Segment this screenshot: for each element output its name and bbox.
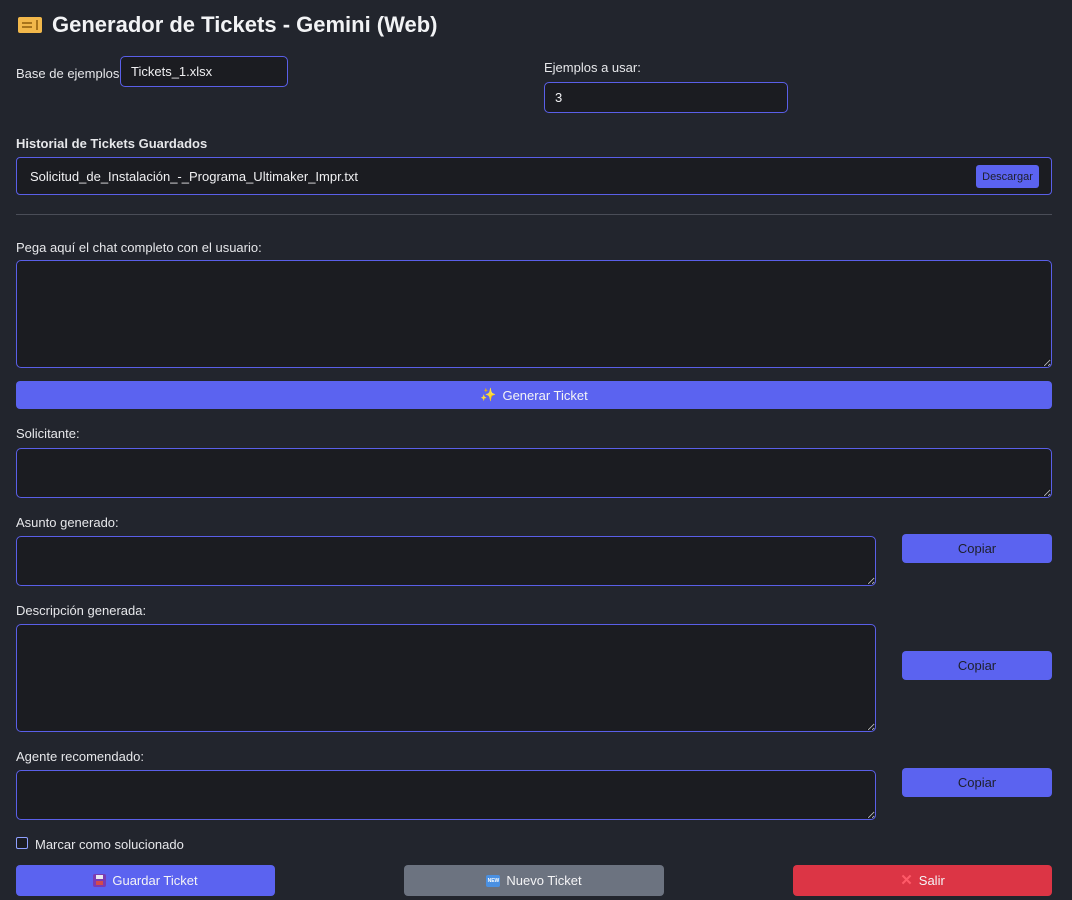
app-title: Generador de Tickets - Gemini (Web) bbox=[18, 10, 438, 40]
history-list-item: Solicitud_de_Instalación_-_Programa_Ulti… bbox=[16, 157, 1052, 195]
copy-agent-button[interactable]: Copiar bbox=[902, 768, 1052, 797]
page-title-text: Generador de Tickets - Gemini (Web) bbox=[52, 12, 438, 37]
examples-count-label: Ejemplos a usar: bbox=[544, 60, 641, 75]
history-file-name: Solicitud_de_Instalación_-_Programa_Ulti… bbox=[30, 169, 359, 184]
exit-label: Salir bbox=[918, 873, 945, 888]
requester-label: Solicitante: bbox=[16, 426, 80, 441]
exit-button[interactable]: ✕ Salir bbox=[793, 865, 1052, 896]
requester-field[interactable] bbox=[16, 448, 1052, 498]
sparkles-icon: ✨ bbox=[480, 387, 497, 402]
new-ticket-label: Nuevo Ticket bbox=[506, 873, 582, 888]
copy-subject-button[interactable]: Copiar bbox=[902, 534, 1052, 563]
save-ticket-label: Guardar Ticket bbox=[112, 873, 198, 888]
chat-label: Pega aquí el chat completo con el usuari… bbox=[16, 240, 262, 255]
generate-ticket-button[interactable]: ✨ Generar Ticket bbox=[16, 381, 1052, 409]
cross-mark-icon: ✕ bbox=[900, 872, 913, 889]
copy-description-button[interactable]: Copiar bbox=[902, 651, 1052, 680]
agent-field[interactable] bbox=[16, 770, 876, 820]
chat-textarea[interactable] bbox=[16, 260, 1052, 368]
subject-label: Asunto generado: bbox=[16, 515, 119, 530]
download-button[interactable]: Descargar bbox=[976, 165, 1039, 188]
solved-label: Marcar como solucionado bbox=[35, 837, 184, 852]
base-examples-label: Base de ejemplos: bbox=[16, 66, 123, 81]
examples-count-input[interactable]: 3 bbox=[544, 82, 788, 113]
new-ticket-button[interactable]: NEW Nuevo Ticket bbox=[404, 865, 664, 896]
history-heading: Historial de Tickets Guardados bbox=[16, 136, 208, 151]
floppy-disk-icon bbox=[93, 874, 107, 887]
divider bbox=[16, 214, 1052, 215]
solved-checkbox[interactable] bbox=[16, 837, 28, 849]
base-examples-input[interactable]: Tickets_1.xlsx bbox=[120, 56, 288, 87]
description-label: Descripción generada: bbox=[16, 603, 147, 618]
save-ticket-button[interactable]: Guardar Ticket bbox=[16, 865, 275, 896]
new-badge-icon: NEW bbox=[486, 874, 501, 887]
subject-field[interactable] bbox=[16, 536, 876, 586]
ticket-icon bbox=[18, 17, 42, 33]
description-field[interactable] bbox=[16, 624, 876, 732]
generate-ticket-label: Generar Ticket bbox=[502, 387, 588, 403]
agent-label: Agente recomendado: bbox=[16, 749, 144, 764]
